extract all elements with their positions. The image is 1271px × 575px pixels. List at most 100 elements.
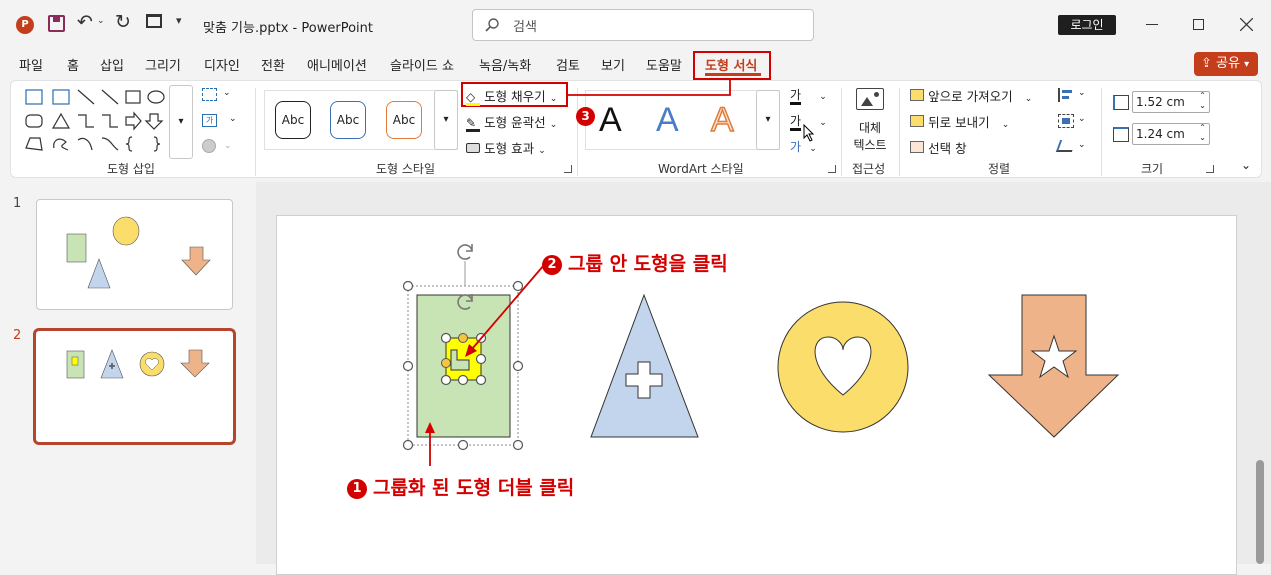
edit-shape-icon[interactable] <box>202 88 217 101</box>
text-box-dropdown-icon[interactable]: ⌄ <box>229 114 237 124</box>
tab-shape-format[interactable]: 도형 서식 <box>705 55 757 74</box>
paint-bucket-icon: ◇ <box>466 91 480 106</box>
shape-gallery[interactable] <box>22 86 172 158</box>
shape-style-more-button[interactable]: ▾ <box>434 90 458 150</box>
shape-styles-launcher-icon[interactable] <box>564 165 572 173</box>
width-spinner-icon[interactable]: ⌃ ⌄ <box>1199 123 1206 143</box>
maximize-icon[interactable] <box>1193 19 1204 30</box>
shape-style-orange[interactable]: Abc <box>386 101 422 139</box>
close-icon[interactable] <box>1240 18 1253 31</box>
tab-design[interactable]: 디자인 <box>204 55 240 74</box>
shape-style-blue[interactable]: Abc <box>330 101 366 139</box>
text-fill-button[interactable]: 가 ⌄ <box>790 86 827 105</box>
group-label-insert-shapes: 도형 삽입 <box>107 162 155 176</box>
mouse-cursor-icon <box>803 124 815 142</box>
wordart-style-blue[interactable]: A <box>656 101 679 140</box>
tab-help[interactable]: 도움말 <box>646 55 682 74</box>
ribbon-divider <box>577 88 578 176</box>
step1-annotation: 1 그룹화 된 도형 더블 클릭 <box>347 473 574 500</box>
share-button[interactable]: ⇪ 공유 ▾ <box>1194 52 1258 76</box>
ribbon-tabs <box>0 50 1271 80</box>
slide-thumbnail-1[interactable] <box>36 199 233 310</box>
shape-style-black[interactable]: Abc <box>275 101 311 139</box>
group-label-wordart-styles: WordArt 스타일 <box>658 162 744 176</box>
height-spinner-icon[interactable]: ⌃ ⌄ <box>1199 91 1206 111</box>
tab-record[interactable]: 녹음/녹화 <box>479 55 531 74</box>
tab-review[interactable]: 검토 <box>556 55 580 74</box>
align-dropdown-icon[interactable]: ⌄ <box>1078 88 1086 98</box>
step3-badge: 3 <box>576 107 595 126</box>
slide-number-2: 2 <box>13 328 22 343</box>
step2-badge: 2 <box>542 255 562 275</box>
save-icon[interactable] <box>48 15 65 32</box>
shape-outline-dropdown-icon: ⌄ <box>549 120 558 130</box>
selection-pane-button[interactable]: 선택 창 <box>910 138 967 157</box>
slide-thumbnail-2[interactable] <box>33 328 236 445</box>
tab-file[interactable]: 파일 <box>19 55 43 74</box>
text-fill-dropdown-icon: ⌄ <box>819 92 827 102</box>
green-rectangle-shape[interactable] <box>416 294 511 438</box>
tab-animations[interactable]: 애니메이션 <box>307 55 367 74</box>
bring-forward-dropdown-icon: ⌄ <box>1024 94 1033 104</box>
step3-connector <box>568 80 731 96</box>
pen-icon: ✎ <box>466 117 480 132</box>
height-input[interactable]: 1.52 cm ⌃ ⌄ <box>1132 91 1210 113</box>
edit-shape-dropdown-icon[interactable]: ⌄ <box>223 88 231 98</box>
shape-effects-button[interactable]: 도형 효과 ⌄ <box>466 138 546 157</box>
document-title: 맞춤 기능.pptx - PowerPoint <box>203 21 373 36</box>
group-label-shape-styles: 도형 스타일 <box>376 162 436 176</box>
group-rotate-handle[interactable] <box>457 244 473 260</box>
customize-qat-icon[interactable]: ▾ <box>176 14 182 27</box>
alt-text-button[interactable]: 대체 텍스트 <box>850 88 890 152</box>
wordart-style-black[interactable]: A <box>599 101 622 140</box>
slide-thumbnail-2-shapes <box>66 349 210 379</box>
search-placeholder: 검색 <box>513 20 537 35</box>
shape-gallery-more-button[interactable]: ▾ <box>169 85 193 159</box>
tab-slideshow[interactable]: 슬라이드 쇼 <box>390 55 454 74</box>
collapse-ribbon-icon[interactable]: ⌄ <box>1241 158 1251 172</box>
ribbon-divider <box>899 88 900 176</box>
wordart-more-button[interactable]: ▾ <box>756 90 780 150</box>
ribbon-divider <box>255 88 256 176</box>
width-input[interactable]: 1.24 cm ⌃ ⌄ <box>1132 123 1210 145</box>
group-objects-icon[interactable] <box>1058 114 1074 128</box>
vertical-scrollbar[interactable] <box>1256 460 1264 564</box>
width-icon <box>1113 127 1129 142</box>
undo-icon[interactable]: ↶ <box>77 11 93 33</box>
shape-outline-button[interactable]: ✎ 도형 윤곽선 ⌄ <box>466 112 557 132</box>
tab-transitions[interactable]: 전환 <box>261 55 285 74</box>
size-launcher-icon[interactable] <box>1206 165 1214 173</box>
send-backward-icon <box>910 115 924 127</box>
minimize-icon[interactable] <box>1146 24 1158 25</box>
login-button[interactable]: 로그인 <box>1058 15 1116 35</box>
tab-home[interactable]: 홈 <box>67 55 79 74</box>
redo-icon[interactable]: ↻ <box>115 11 131 33</box>
wordart-style-orange[interactable]: A <box>710 100 734 140</box>
send-backward-button[interactable]: 뒤로 보내기 ⌄ <box>910 112 1009 131</box>
group-objects-dropdown-icon[interactable]: ⌄ <box>1078 114 1086 124</box>
title-bar: P ↶ ⌄ ↻ ▾ 맞춤 기능.pptx - PowerPoint 검색 로그인 <box>0 0 1271 50</box>
tab-insert[interactable]: 삽입 <box>100 55 124 74</box>
align-icon[interactable] <box>1058 88 1074 102</box>
search-box[interactable]: 검색 <box>472 9 814 41</box>
text-box-icon[interactable]: 가 <box>202 114 217 127</box>
group-label-size: 크기 <box>1141 162 1164 176</box>
ribbon-divider <box>1101 88 1102 176</box>
tab-draw[interactable]: 그리기 <box>145 55 181 74</box>
height-icon <box>1113 95 1129 110</box>
effects-icon <box>466 143 480 153</box>
shape-fill-button[interactable]: ◇ 도형 채우기 ⌄ <box>466 86 557 106</box>
slide-thumbnail-1-shapes <box>66 216 211 289</box>
undo-dropdown-icon[interactable]: ⌄ <box>97 16 105 26</box>
tab-shape-format-underline <box>705 73 761 76</box>
bring-forward-button[interactable]: 앞으로 가져오기 ⌄ <box>910 86 1032 105</box>
wordart-launcher-icon[interactable] <box>828 165 836 173</box>
merge-shapes-icon <box>202 139 216 153</box>
selection-pane-icon <box>910 141 924 153</box>
bring-forward-icon <box>910 89 924 101</box>
rotate-dropdown-icon[interactable]: ⌄ <box>1078 140 1086 150</box>
present-icon[interactable] <box>146 14 162 28</box>
tab-view[interactable]: 보기 <box>601 55 625 74</box>
powerpoint-logo-icon: P <box>16 16 34 34</box>
step1-badge: 1 <box>347 479 367 499</box>
